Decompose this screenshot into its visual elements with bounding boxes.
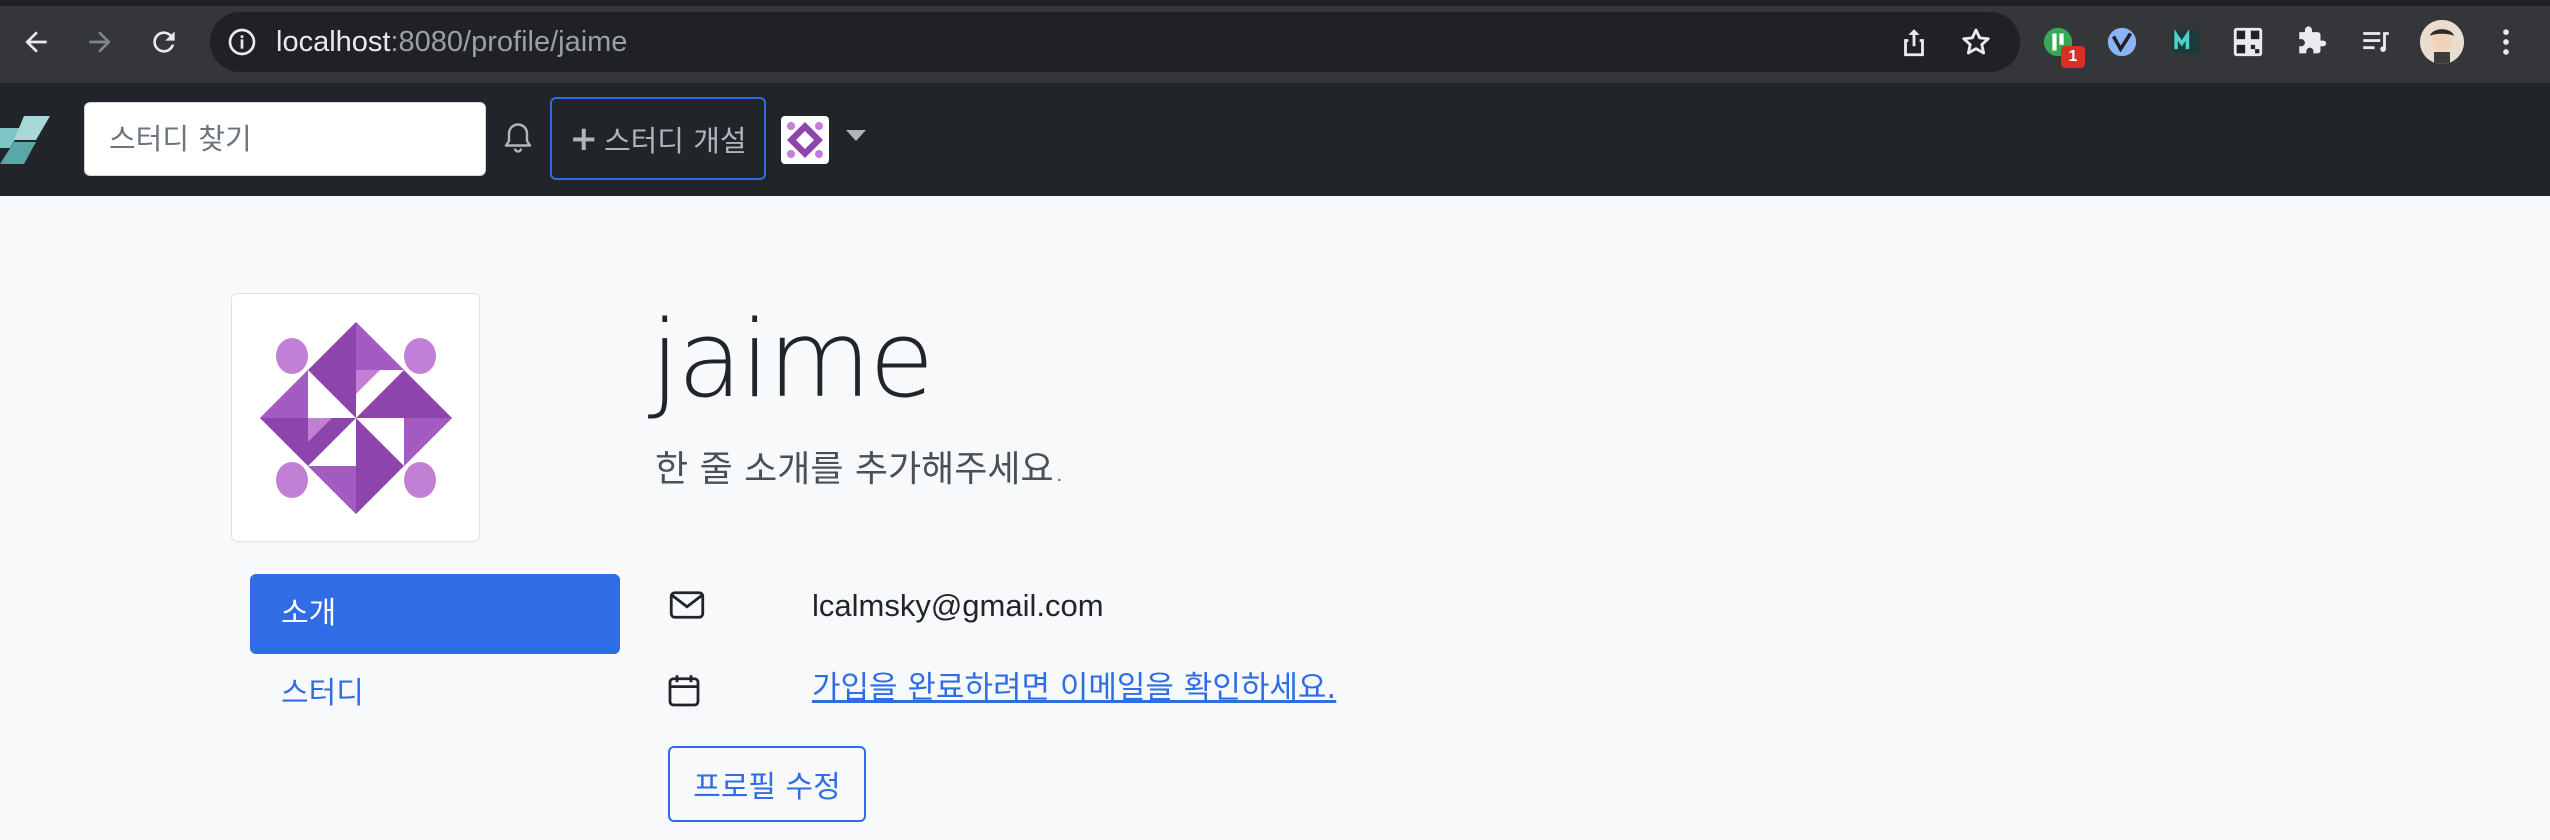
bell-icon[interactable]: [500, 118, 536, 158]
user-avatar[interactable]: [781, 116, 829, 164]
profile-avatar[interactable]: [2420, 20, 2464, 64]
menu-icon[interactable]: [2486, 22, 2526, 62]
new-study-button[interactable]: + 스터디 개설: [550, 97, 766, 180]
reload-icon[interactable]: [142, 20, 186, 64]
profile-bio: 한 줄 소개를 추가해주세요.: [655, 449, 1066, 490]
plus-icon: +: [569, 118, 598, 159]
qr-code-icon[interactable]: [2228, 22, 2268, 62]
extensions-icon[interactable]: [2292, 22, 2332, 62]
verify-email-link[interactable]: 가입을 완료하려면 이메일을 확인하세요.: [812, 668, 1336, 708]
search-input[interactable]: 스터디 찾기: [84, 102, 486, 176]
extension-badge: 1: [2061, 46, 2085, 68]
new-study-label: 스터디 개설: [603, 123, 747, 158]
profile-email: lcalmsky@gmail.com: [812, 588, 1104, 623]
share-icon[interactable]: [1894, 22, 1934, 62]
reading-list-icon[interactable]: [2356, 22, 2396, 62]
star-icon[interactable]: [1956, 22, 1996, 62]
tab-strip: [0, 0, 2550, 6]
profile-identicon: [231, 293, 480, 542]
profile-username: jaime: [650, 298, 934, 421]
info-icon[interactable]: [226, 26, 258, 58]
back-icon[interactable]: [14, 20, 58, 64]
extension-vimium-icon[interactable]: [2102, 22, 2142, 62]
url-text[interactable]: localhost:8080/profile/jaime: [276, 22, 627, 62]
url-host: localhost: [276, 26, 391, 58]
url-path: :8080/profile/jaime: [390, 26, 628, 58]
logo-icon[interactable]: [0, 108, 52, 172]
edit-profile-button[interactable]: 프로필 수정: [668, 746, 866, 822]
forward-icon[interactable]: [78, 20, 122, 64]
chevron-down-icon[interactable]: [846, 130, 866, 141]
envelope-icon: [669, 591, 705, 619]
calendar-icon: [668, 675, 700, 707]
tab-study[interactable]: 스터디: [250, 654, 620, 734]
extension-m-icon[interactable]: [2166, 22, 2206, 62]
tab-intro[interactable]: 소개: [250, 574, 620, 654]
